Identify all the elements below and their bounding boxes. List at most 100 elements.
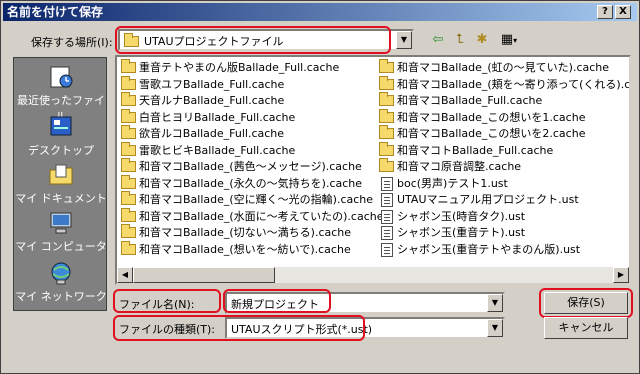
list-item[interactable]: 和音マコBallade_この想いを1.cache bbox=[379, 108, 586, 126]
my-network-icon bbox=[51, 262, 71, 285]
list-item[interactable]: 白音ヒヨリBallade_Full.cache bbox=[121, 108, 295, 126]
list-item-label: シャボン玉(時音タク).ust bbox=[397, 209, 526, 223]
scroll-right-icon[interactable]: ▶ bbox=[613, 267, 629, 283]
folder-icon bbox=[121, 191, 136, 205]
list-item[interactable]: 和音マコBallade_(水面に〜考えていたの).cache bbox=[121, 207, 384, 225]
chevron-down-icon[interactable]: ▼ bbox=[396, 31, 412, 49]
list-item[interactable]: 重音テトやまのん版Ballade_Full.cache bbox=[121, 59, 339, 76]
help-button[interactable]: ? bbox=[597, 5, 613, 19]
view-menu-icon[interactable]: ▦▾ bbox=[497, 31, 521, 49]
desktop-icon bbox=[50, 116, 72, 136]
list-item-label: 和音マコBallade_(水面に〜考えていたの).cache bbox=[139, 209, 384, 223]
list-item-label: 和音マコBallade_Full.cache bbox=[397, 94, 543, 107]
folder-icon bbox=[379, 125, 394, 139]
folder-icon bbox=[121, 174, 136, 189]
my-documents-icon bbox=[49, 164, 73, 185]
cancel-button[interactable]: キャンセル bbox=[544, 317, 628, 339]
folder-icon bbox=[121, 158, 136, 172]
list-item[interactable]: 和音マコ原音調整.cache bbox=[379, 158, 522, 175]
list-item[interactable]: 和音マコBallade_(茜色〜メッセージ).cache bbox=[121, 158, 362, 175]
list-item-label: 和音マコBallade_この想いを1.cache bbox=[397, 110, 586, 124]
place-my-computer[interactable]: マイ コンピュータ bbox=[14, 210, 108, 254]
close-button[interactable]: X bbox=[615, 5, 631, 19]
list-item[interactable]: 和音マコBallade_Full.cache bbox=[379, 92, 543, 109]
chevron-down-icon[interactable]: ▼ bbox=[487, 294, 503, 312]
scroll-left-icon[interactable]: ◀ bbox=[117, 267, 133, 283]
new-folder-icon[interactable]: ✱ bbox=[473, 31, 491, 49]
highlight-save-in bbox=[115, 26, 391, 54]
list-item[interactable]: 和音マコBallade_(永久の〜気持ちを).cache bbox=[121, 174, 363, 192]
list-item-label: 和音マコBallade_(空に輝く〜光の指輪).cache bbox=[139, 193, 374, 206]
folder-icon bbox=[121, 141, 136, 156]
save-as-dialog: 名前を付けて保存 ? X 保存する場所(I): UTAUプロジェクトファイル ▼… bbox=[0, 0, 640, 374]
highlight-save-button bbox=[539, 288, 633, 318]
document-icon bbox=[381, 176, 393, 191]
highlight-filename-value bbox=[223, 289, 331, 313]
folder-icon bbox=[379, 141, 394, 156]
recent-icon bbox=[50, 66, 73, 88]
document-icon bbox=[381, 226, 393, 240]
list-item[interactable]: 和音マコBallade_(切ない〜満ちる).cache bbox=[121, 224, 352, 241]
list-item[interactable]: 欲音ルコBallade_Full.cache bbox=[121, 125, 285, 142]
list-item-label: シャボン玉(重音テトやまのん版).ust bbox=[397, 242, 581, 256]
list-item[interactable]: 雷歌ヒビキBallade_Full.cache bbox=[121, 141, 296, 159]
scroll-thumb[interactable] bbox=[133, 267, 275, 283]
list-item-label: 雪歌ユフBallade_Full.cache bbox=[139, 77, 285, 91]
list-item[interactable]: シャボン玉(重音テトやまのん版).ust bbox=[379, 242, 580, 258]
folder-icon bbox=[379, 75, 394, 90]
window-title: 名前を付けて保存 bbox=[7, 5, 104, 19]
place-label: マイ コンピュータ bbox=[15, 240, 107, 253]
list-item-label: 和音マコBallade_(頬を〜寄り添って(くれる).cache bbox=[397, 77, 631, 91]
horizontal-scrollbar[interactable]: ◀ ▶ bbox=[117, 267, 629, 283]
list-item-label: 和音マコ原音調整.cache bbox=[397, 160, 522, 173]
places-bar: 最近使ったファイル デスクトップ マイ ドキュメント マイ コンピュータ bbox=[13, 57, 107, 311]
folder-icon bbox=[379, 158, 394, 172]
list-item[interactable]: 天音ルナBallade_Full.cache bbox=[121, 92, 284, 109]
place-my-network[interactable]: マイ ネットワーク bbox=[14, 260, 108, 304]
document-icon bbox=[381, 209, 393, 224]
place-desktop[interactable]: デスクトップ bbox=[14, 114, 108, 158]
document-icon bbox=[381, 242, 393, 257]
title-bar[interactable]: 名前を付けて保存 ? X bbox=[3, 3, 637, 21]
place-label: マイ ドキュメント bbox=[15, 192, 107, 205]
folder-icon bbox=[379, 108, 394, 123]
place-label: マイ ネットワーク bbox=[15, 290, 107, 303]
list-item-label: 和音マコBallade_(想いを〜紡いで).cache bbox=[139, 242, 351, 256]
list-item[interactable]: 和音マコBallade_(空に輝く〜光の指輪).cache bbox=[121, 191, 374, 208]
folder-icon bbox=[121, 240, 136, 255]
list-item[interactable]: シャボン玉(重音テト).ust bbox=[379, 225, 525, 241]
folder-icon bbox=[121, 125, 136, 139]
list-item-label: 和音マコBallade_(虹の〜見ていた).cache bbox=[397, 61, 610, 74]
list-item[interactable]: 和音マコBallade_(想いを〜紡いで).cache bbox=[121, 240, 351, 258]
folder-icon bbox=[121, 224, 136, 238]
up-folder-icon[interactable]: ⮤ bbox=[451, 31, 469, 49]
highlight-filetype bbox=[113, 315, 365, 341]
list-item-label: 雷歌ヒビキBallade_Full.cache bbox=[139, 143, 296, 157]
list-item-label: 和音マコBallade_(茜色〜メッセージ).cache bbox=[139, 160, 362, 173]
folder-icon bbox=[121, 207, 136, 222]
place-label: デスクトップ bbox=[28, 144, 94, 157]
list-item-label: 欲音ルコBallade_Full.cache bbox=[139, 127, 285, 140]
list-item-label: UTAUマニュアル用プロジェクト.ust bbox=[397, 193, 579, 206]
list-item[interactable]: 和音マコBallade_この想いを2.cache bbox=[379, 125, 585, 142]
folder-icon bbox=[121, 92, 136, 106]
list-item[interactable]: boc(男声)テスト1.ust bbox=[379, 176, 508, 192]
folder-icon bbox=[121, 75, 136, 90]
list-item[interactable]: シャボン玉(時音タク).ust bbox=[379, 209, 525, 225]
list-item[interactable]: UTAUマニュアル用プロジェクト.ust bbox=[379, 192, 579, 208]
list-item[interactable]: 和音マコBallade_(頬を〜寄り添って(くれる).cache bbox=[379, 75, 631, 93]
list-item-label: boc(男声)テスト1.ust bbox=[397, 176, 508, 190]
list-item-label: 和音マコBallade_(切ない〜満ちる).cache bbox=[139, 226, 352, 239]
list-item[interactable]: 雪歌ユフBallade_Full.cache bbox=[121, 75, 285, 93]
list-item-label: 和音マコBallade_(永久の〜気持ちを).cache bbox=[139, 176, 363, 190]
file-list[interactable]: 重音テトやまのん版Ballade_Full.cache 雪歌ユフBallade_F… bbox=[115, 55, 631, 285]
list-item[interactable]: 和音マコトBallade_Full.cache bbox=[379, 141, 554, 159]
list-item[interactable]: 和音マコBallade_(虹の〜見ていた).cache bbox=[379, 59, 610, 76]
place-my-documents[interactable]: マイ ドキュメント bbox=[14, 162, 108, 206]
back-icon[interactable]: ⇦ bbox=[429, 31, 447, 49]
highlight-filename-label bbox=[113, 289, 221, 313]
chevron-down-icon[interactable]: ▼ bbox=[487, 319, 503, 337]
my-computer-icon bbox=[50, 212, 72, 234]
document-icon bbox=[381, 193, 393, 207]
list-item-label: 和音マコトBallade_Full.cache bbox=[397, 143, 554, 157]
